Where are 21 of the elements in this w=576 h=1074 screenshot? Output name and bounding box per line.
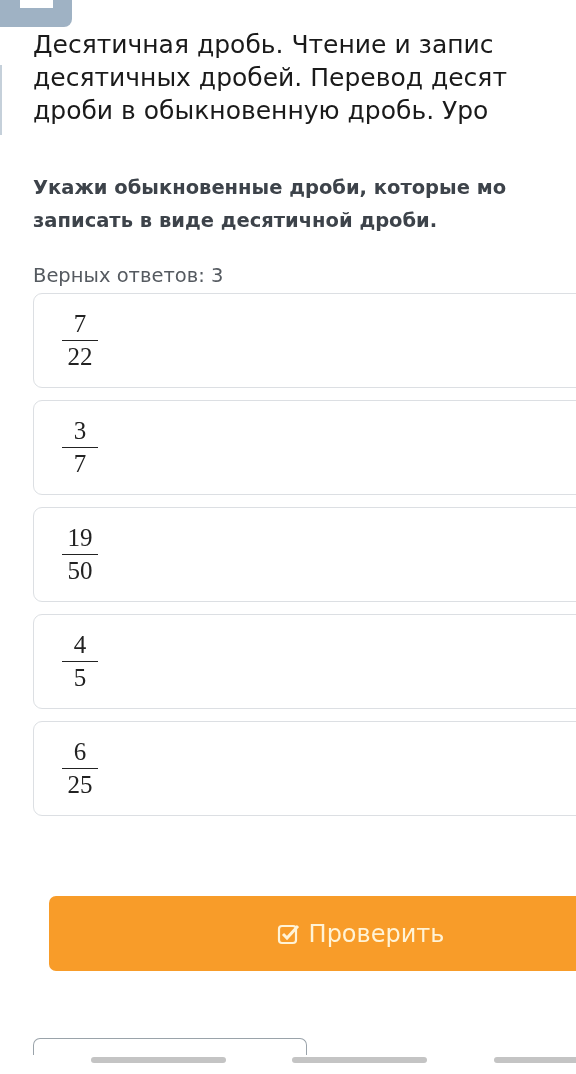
denominator: 22	[67, 343, 93, 372]
denominator: 50	[67, 557, 93, 586]
lesson-title: дроби в обыкновенную дробь. Уро	[33, 95, 489, 127]
lesson-title: Десятичная дробь. Чтение и запис	[33, 29, 494, 61]
numerator: 19	[67, 523, 93, 552]
answer-option[interactable]: 4 5	[33, 614, 576, 709]
numerator: 6	[73, 737, 87, 766]
question-text: записать в виде десятичной дроби.	[33, 208, 438, 234]
denominator: 5	[73, 664, 87, 693]
denominator: 25	[67, 771, 93, 800]
correct-answers-count: Верных ответов: 3	[33, 263, 224, 289]
denominator: 7	[73, 450, 87, 479]
numerator: 4	[73, 630, 87, 659]
question-text: Укажи обыкновенные дроби, которые мо	[33, 175, 507, 201]
answer-option[interactable]: 3 7	[33, 400, 576, 495]
answer-option[interactable]: 19 50	[33, 507, 576, 602]
numerator: 7	[73, 309, 87, 338]
numerator: 3	[73, 416, 87, 445]
answer-option[interactable]: 6 25	[33, 721, 576, 816]
answer-option[interactable]: 7 22	[33, 293, 576, 388]
lesson-title: десятичных дробей. Перевод десят	[33, 62, 507, 94]
